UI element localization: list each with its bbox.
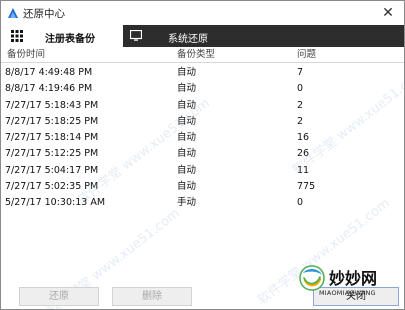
cell-backup-time: 5/27/17 10:30:13 AM [5, 197, 106, 209]
cell-backup-type: 自动 [177, 164, 197, 176]
cell-issues: 2 [297, 115, 304, 127]
table-row[interactable]: 8/8/17 4:19:46 PM 自动 0 [1, 81, 404, 97]
cell-backup-type: 自动 [177, 181, 197, 193]
cell-issues: 775 [297, 181, 316, 193]
column-header-backup-time[interactable]: 备份时间 [7, 48, 45, 62]
site-watermark-logo: 妙妙网 MIAOMIAOWANG [299, 263, 399, 299]
tab-system-restore[interactable]: 系统还原 [123, 25, 241, 47]
smiley-logo-icon [299, 265, 325, 291]
close-icon[interactable]: ✕ [378, 3, 398, 23]
cell-issues: 16 [297, 132, 310, 144]
cell-backup-time: 7/27/17 5:18:43 PM [5, 99, 99, 111]
table-row[interactable]: 7/27/17 5:18:14 PM 自动 16 [1, 130, 404, 146]
restore-button[interactable]: 还原 [19, 287, 99, 306]
table-row[interactable]: 7/27/17 5:12:25 PM 自动 26 [1, 146, 404, 162]
table-row[interactable]: 7/27/17 5:04:17 PM 自动 11 [1, 163, 404, 179]
cell-backup-type: 自动 [177, 132, 197, 144]
table-row[interactable]: 8/8/17 4:49:48 PM 自动 7 [1, 65, 404, 81]
tab-label: 注册表备份 [45, 34, 95, 45]
cell-backup-type: 手动 [177, 197, 197, 209]
monitor-icon [130, 30, 142, 41]
cell-issues: 2 [297, 99, 304, 111]
grid-icon [11, 30, 23, 42]
tab-label: 系统还原 [168, 34, 208, 45]
cell-backup-time: 7/27/17 5:12:25 PM [5, 148, 99, 160]
window-title: 还原中心 [23, 8, 65, 20]
cell-issues: 7 [297, 67, 304, 78]
cell-backup-time: 7/27/17 5:04:17 PM [5, 164, 99, 176]
cell-issues: 0 [297, 83, 304, 95]
table-row[interactable]: 7/27/17 5:18:25 PM 自动 2 [1, 114, 404, 130]
tab-bar: 注册表备份 系统还原 [1, 25, 404, 47]
app-logo-icon [8, 8, 18, 18]
cell-issues: 11 [297, 164, 310, 176]
cell-backup-type: 自动 [177, 115, 197, 127]
cell-backup-time: 7/27/17 5:18:14 PM [5, 132, 99, 144]
restore-center-window: 还原中心 ✕ 注册表备份 系统还原 备份时间 备份类型 问题 8/8/17 4:… [0, 0, 405, 310]
cell-backup-type: 自动 [177, 83, 197, 95]
cell-backup-type: 自动 [177, 99, 197, 111]
cell-backup-time: 7/27/17 5:02:35 PM [5, 181, 99, 193]
cell-backup-time: 8/8/17 4:19:46 PM [5, 83, 93, 95]
logo-subtext: MIAOMIAOWANG [319, 289, 376, 297]
cell-backup-time: 8/8/17 4:49:48 PM [5, 67, 93, 78]
cell-backup-time: 7/27/17 5:18:25 PM [5, 115, 99, 127]
logo-text: 妙妙网 [329, 269, 378, 288]
cell-issues: 26 [297, 148, 310, 160]
table-row[interactable]: 5/27/17 10:30:13 AM 手动 0 [1, 195, 404, 211]
backup-list: 8/8/17 4:49:48 PM 自动 7 8/8/17 4:19:46 PM… [1, 65, 404, 212]
cell-backup-type: 自动 [177, 148, 197, 160]
tab-registry-backup[interactable]: 注册表备份 [1, 25, 123, 47]
cell-backup-type: 自动 [177, 67, 197, 78]
column-header-issues[interactable]: 问题 [297, 48, 316, 62]
cell-issues: 0 [297, 197, 304, 209]
delete-button[interactable]: 删除 [112, 287, 192, 306]
column-header-backup-type[interactable]: 备份类型 [177, 48, 215, 62]
table-row[interactable]: 7/27/17 5:18:43 PM 自动 2 [1, 98, 404, 114]
table-header: 备份时间 备份类型 问题 [1, 48, 404, 63]
table-row[interactable]: 7/27/17 5:02:35 PM 自动 775 [1, 179, 404, 195]
title-bar[interactable]: 还原中心 ✕ [1, 1, 404, 25]
